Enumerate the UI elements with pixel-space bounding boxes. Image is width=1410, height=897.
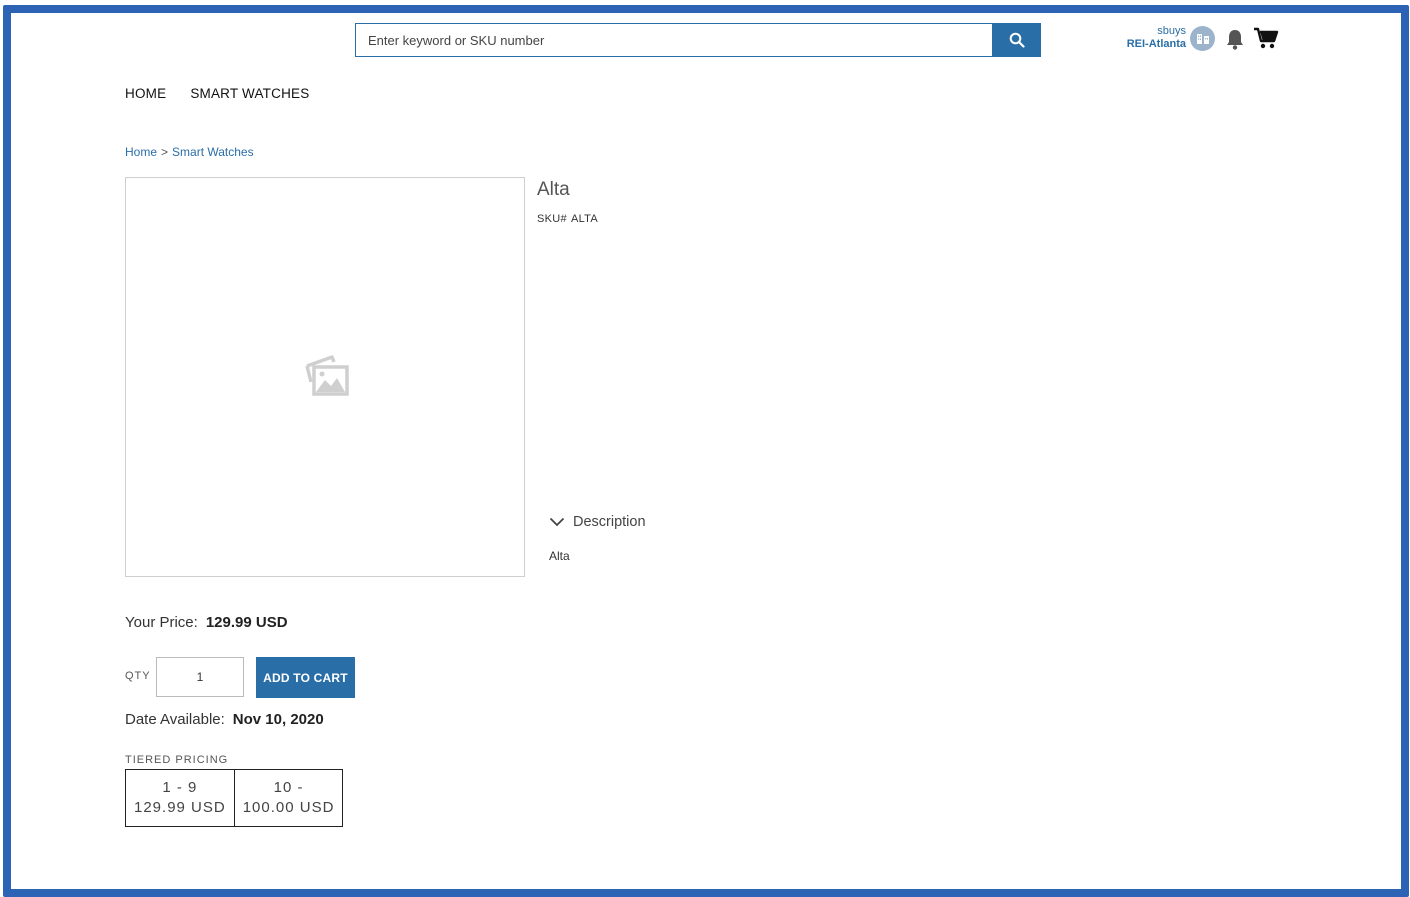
qty-label: QTY: [125, 670, 151, 682]
nav-item-home[interactable]: HOME: [125, 86, 166, 101]
search-input[interactable]: [355, 23, 992, 57]
search-bar: [355, 23, 1041, 57]
account-user: sbuys: [1157, 25, 1186, 37]
search-button[interactable]: [992, 23, 1041, 57]
tiered-pricing-label: TIERED PRICING: [125, 754, 229, 766]
date-available-value: Nov 10, 2020: [232, 711, 324, 728]
cart-icon[interactable]: [1253, 26, 1279, 55]
tiered-pricing-table: 1 - 9 129.99 USD 10 - 100.00 USD: [125, 769, 344, 827]
product-title: Alta: [537, 179, 570, 200]
qty-input[interactable]: [156, 657, 244, 697]
account-icon[interactable]: [1190, 26, 1215, 51]
bell-icon[interactable]: [1225, 28, 1245, 55]
building-icon: [1196, 33, 1209, 44]
tier-price: 129.99 USD: [134, 799, 226, 816]
tier-cell: 1 - 9 129.99 USD: [126, 770, 234, 826]
breadcrumb-smart-watches[interactable]: Smart Watches: [172, 145, 254, 159]
sku-label: SKU#: [537, 213, 567, 225]
breadcrumb: Home > Smart Watches: [125, 145, 254, 159]
search-icon: [1009, 32, 1025, 48]
description-toggle[interactable]: Description: [549, 514, 646, 530]
product-sku: SKU# ALTA: [537, 213, 598, 225]
chevron-down-icon: [549, 517, 565, 527]
date-available-row: Date Available: Nov 10, 2020: [125, 711, 324, 728]
image-placeholder-icon: [305, 355, 349, 396]
nav-item-smart-watches[interactable]: SMART WATCHES: [190, 86, 309, 101]
account-info[interactable]: sbuys REI-Atlanta: [1100, 25, 1186, 51]
description-label: Description: [573, 514, 646, 530]
date-available-label: Date Available:: [125, 711, 225, 728]
breadcrumb-home[interactable]: Home: [125, 145, 157, 159]
tier-cell: 10 - 100.00 USD: [233, 770, 343, 826]
description-text: Alta: [549, 549, 570, 563]
price-value: 129.99 USD: [205, 614, 288, 631]
account-org: REI-Atlanta: [1126, 38, 1186, 50]
main-nav: HOME SMART WATCHES: [125, 86, 309, 101]
tier-price: 100.00 USD: [242, 799, 335, 816]
add-to-cart-button[interactable]: ADD TO CART: [256, 657, 355, 698]
tier-range: 10 -: [273, 779, 304, 796]
price-row: Your Price: 129.99 USD: [125, 614, 288, 631]
price-label: Your Price:: [125, 614, 198, 631]
tier-range: 1 - 9: [162, 779, 198, 796]
breadcrumb-separator: >: [161, 145, 169, 159]
sku-value: ALTA: [570, 213, 599, 225]
product-image: [125, 177, 525, 577]
